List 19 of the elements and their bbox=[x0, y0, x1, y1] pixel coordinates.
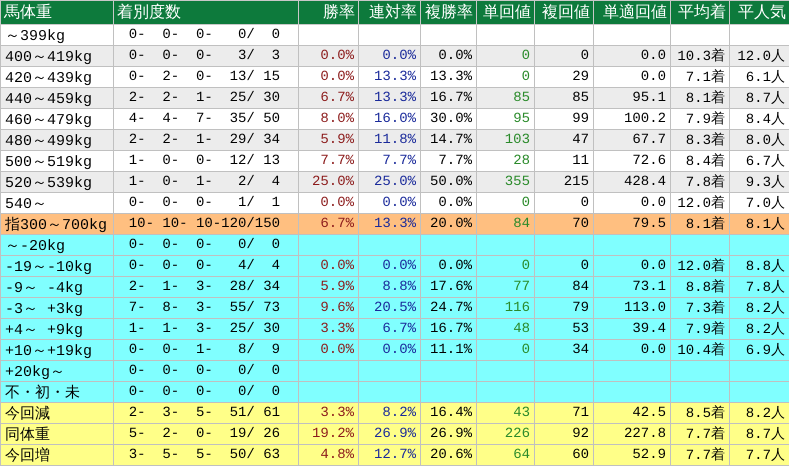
table-cell: 7.7着 bbox=[670, 444, 730, 466]
table-cell: 64 bbox=[476, 444, 534, 466]
column-header: 単回値 bbox=[476, 0, 534, 24]
table-cell: 4.8% bbox=[298, 444, 358, 466]
table-cell: 60 bbox=[534, 444, 594, 466]
column-header: 平人気 bbox=[730, 0, 789, 24]
column-header: 平均着 bbox=[670, 0, 730, 24]
table-cell: 52.9 bbox=[594, 444, 670, 466]
column-header: 複回値 bbox=[534, 0, 594, 24]
column-header: 勝率 bbox=[298, 0, 358, 24]
table-cell: 20.6% bbox=[420, 444, 476, 466]
column-header: 単適回値 bbox=[594, 0, 670, 24]
column-header: 馬体重 bbox=[0, 0, 114, 24]
column-header: 複勝率 bbox=[420, 0, 476, 24]
table-cell: 今回増 bbox=[0, 444, 114, 466]
column-header: 着別度数 bbox=[114, 0, 298, 24]
table-cell: 12.7% bbox=[358, 444, 420, 466]
column-header: 連対率 bbox=[358, 0, 420, 24]
table-cell: 3- 5- 5- 50/ 63 bbox=[114, 444, 298, 466]
